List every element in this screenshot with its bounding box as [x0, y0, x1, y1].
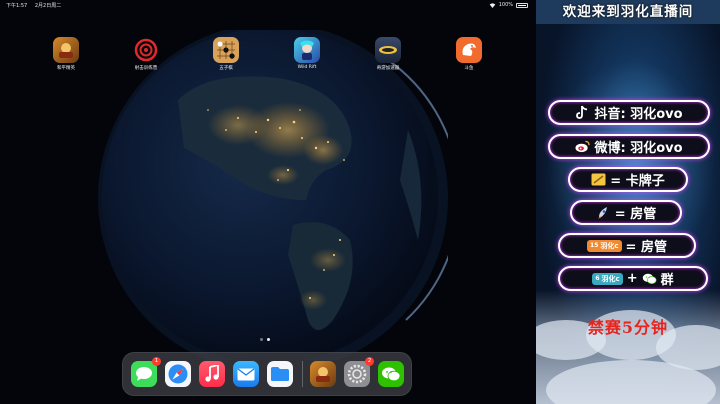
status-date: 2月2日周二 — [34, 3, 62, 9]
battery-icon — [516, 2, 528, 8]
app-gomoku[interactable]: 五子棋 — [206, 37, 246, 71]
weibo-pill: 微博: 羽化ovo — [548, 134, 710, 159]
game-peace-elite-icon — [53, 37, 79, 63]
dock-files[interactable] — [267, 361, 293, 387]
rocket-icon — [596, 205, 611, 220]
douyin-icon — [575, 105, 590, 120]
weibo-text: 微博: 羽化ovo — [594, 141, 683, 156]
dock-music[interactable] — [199, 361, 225, 387]
page-dot-active — [267, 338, 270, 341]
overlay-title: 欢迎来到羽化直播间 — [536, 0, 720, 24]
status-bar: 下午1:57 2月2日周二 100% — [0, 0, 536, 10]
fan-badge-small: 6 羽化c — [592, 272, 623, 285]
status-time: 下午1:57 — [6, 3, 28, 9]
message-bubble-icon — [136, 367, 152, 381]
page-dot — [260, 338, 263, 341]
dock-peace-elite[interactable] — [310, 361, 336, 387]
earth-wallpaper — [88, 23, 461, 373]
fan-badge: 15 羽化c — [587, 239, 622, 252]
booster-icon — [375, 37, 401, 63]
fan-badge-name: 羽化c — [601, 274, 620, 283]
battery-percent: 100% — [498, 2, 513, 8]
app-douyu[interactable]: 斗鱼 — [449, 37, 489, 71]
douyin-text: 抖音: 羽化ovo — [594, 107, 683, 122]
dock-settings[interactable]: 2 — [344, 357, 374, 387]
ipad-screen: 下午1:57 2月2日周二 100% 和平精英 射击训练营 五子棋 Wild R… — [0, 0, 536, 404]
dock-divider — [302, 361, 303, 387]
douyin-pill: 抖音: 羽化ovo — [548, 100, 710, 125]
compass-icon — [168, 364, 188, 384]
music-note-icon — [205, 365, 219, 382]
ban-notice: 禁赛5分钟 — [587, 318, 669, 337]
rocket-pill: = 房管 — [570, 200, 682, 225]
fan-badge-text: = 房管 — [625, 240, 667, 255]
dock-mail[interactable] — [233, 361, 259, 387]
clouds-background — [536, 290, 720, 404]
dock-messages[interactable]: 1 — [131, 357, 161, 387]
page-indicator[interactable] — [260, 338, 270, 341]
wechat-icon — [642, 271, 657, 286]
fan-badge-pill: 15 羽化c = 房管 — [558, 233, 696, 258]
plus-sign: + — [626, 271, 638, 286]
dock-wechat[interactable] — [378, 361, 404, 387]
dock-safari[interactable] — [165, 361, 191, 387]
app-booster[interactable]: 奇游加速器 — [368, 37, 408, 71]
douyu-icon — [456, 37, 482, 63]
wechat-icon — [382, 367, 401, 381]
folder-icon — [271, 367, 289, 381]
card-text: = 卡牌子 — [610, 174, 665, 189]
app-label: 五子棋 — [219, 66, 233, 71]
fan-badge-name: 羽化c — [600, 241, 619, 250]
game-peace-elite-icon — [316, 367, 330, 382]
app-label: 射击训练营 — [134, 66, 158, 71]
rocket-text: = 房管 — [614, 207, 657, 222]
app-wild-rift[interactable]: Wild Rift — [287, 37, 327, 70]
card-icon — [591, 172, 606, 187]
app-label: Wild Rift — [297, 65, 317, 70]
notification-badge: 2 — [365, 357, 374, 366]
app-peace-elite[interactable]: 和平精英 — [46, 37, 86, 71]
weibo-icon — [575, 139, 591, 154]
fan-badge-level: 15 — [590, 241, 599, 249]
stream-overlay-panel: 欢迎来到羽化直播间 抖音: 羽化ovo 微博: 羽化ovo = 卡牌子 = 房管… — [536, 0, 720, 404]
gomoku-board-icon — [213, 37, 239, 63]
group-pill: 6 羽化c + 群 — [558, 266, 708, 291]
app-label: 和平精英 — [57, 66, 75, 71]
app-shooting-camp[interactable]: 射击训练营 — [126, 37, 166, 71]
app-label: 奇游加速器 — [376, 66, 400, 71]
wifi-icon — [489, 2, 496, 8]
card-pill: = 卡牌子 — [568, 167, 688, 192]
app-label: 斗鱼 — [464, 66, 474, 71]
notification-badge: 1 — [152, 357, 161, 366]
group-text: 群 — [660, 273, 674, 288]
wild-rift-icon — [294, 37, 320, 63]
gear-icon — [347, 364, 367, 384]
envelope-icon — [237, 368, 255, 380]
target-icon — [133, 37, 159, 63]
fan-badge-level: 6 — [595, 274, 600, 282]
